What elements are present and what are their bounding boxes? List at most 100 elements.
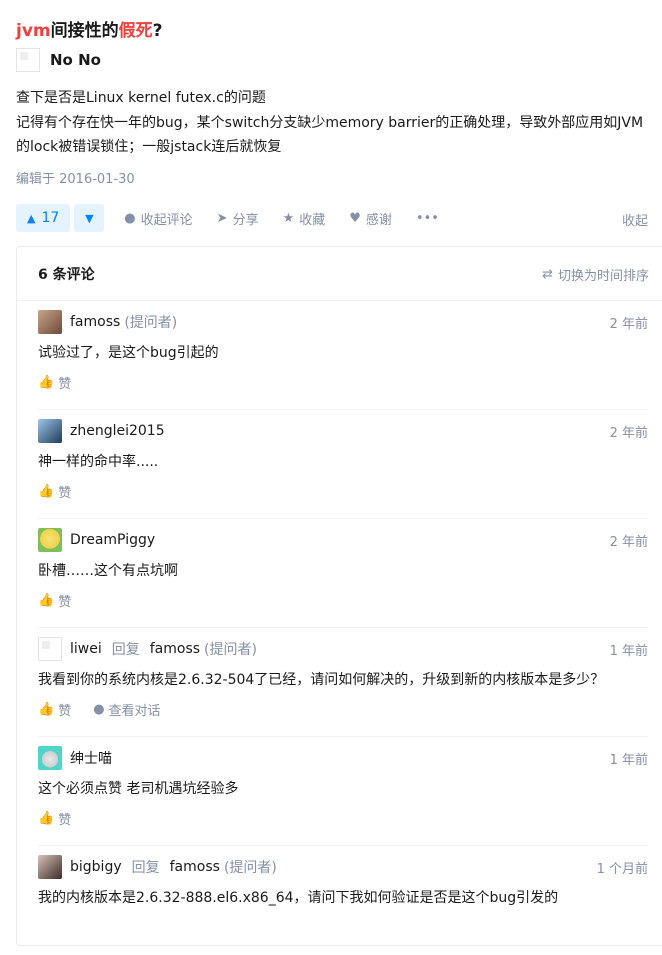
like-label: 赞 (58, 595, 72, 610)
reply-label: 回复 (111, 642, 140, 658)
avatar[interactable] (38, 310, 62, 334)
comment-item: famoss (提问者) 2 年前 试验过了，是这个bug引起的 👍 赞 (38, 301, 648, 410)
like-button[interactable]: 👍 赞 (38, 809, 71, 828)
like-button[interactable]: 👍 赞 (38, 482, 71, 501)
paper-plane-icon: ➤ (216, 210, 228, 226)
like-button[interactable]: 👍 赞 (38, 700, 71, 719)
comment-user[interactable]: zhenglei2015 (70, 423, 165, 439)
comment-user[interactable]: liwei (70, 641, 102, 657)
author-name[interactable]: No No (50, 51, 101, 69)
view-dialog-label: 查看对话 (108, 704, 161, 719)
comment-icon: ● (124, 210, 136, 226)
comment-footer: 👍 赞 ● 查看对话 (38, 700, 161, 719)
comment-time: 1 个月前 (596, 862, 648, 877)
favorite-label: 收藏 (299, 212, 326, 228)
answer-author[interactable]: No No (16, 48, 101, 72)
triangle-down-icon: ▼ (85, 211, 94, 225)
star-icon: ★ (282, 210, 295, 226)
comment-header: bigbigy 回复 famoss (提问者) 1 个月前 (38, 855, 648, 879)
asker-tag: (提问者) (204, 642, 257, 658)
comment-time: 1 年前 (609, 644, 648, 659)
comment-text: 卧槽……这个有点坑啊 (38, 563, 178, 579)
comment-item: bigbigy 回复 famoss (提问者) 1 个月前 我的内核版本是2.6… (38, 846, 648, 955)
avatar[interactable] (38, 855, 62, 879)
comment-count: 6 条评论 (38, 267, 95, 283)
sort-toggle-button[interactable]: ⇄ 切换为时间排序 (542, 265, 649, 284)
title-highlight-jvm: jvm (16, 21, 51, 41)
vote-count: 17 (41, 210, 60, 226)
comment-header: DreamPiggy 2 年前 (38, 528, 648, 552)
comment-time: 2 年前 (609, 317, 648, 332)
title-question-mark: ? (152, 21, 163, 41)
like-button[interactable]: 👍 赞 (38, 591, 71, 610)
answer-content: 查下是否是Linux kernel futex.c的问题 记得有个存在快一年的b… (16, 86, 656, 160)
reply-to-user[interactable]: famoss (170, 859, 220, 875)
comment-item: zhenglei2015 2 年前 神一样的命中率..... 👍 赞 (38, 410, 648, 519)
thumbs-up-icon: 👍 (38, 593, 55, 608)
avatar[interactable] (16, 48, 40, 72)
like-label: 赞 (58, 704, 72, 719)
view-dialog-button[interactable]: ● 查看对话 (93, 700, 160, 719)
thumbs-up-icon: 👍 (38, 811, 55, 826)
thanks-button[interactable]: ♥ 感谢 (349, 209, 392, 228)
avatar[interactable] (38, 528, 62, 552)
more-icon: ••• (415, 210, 439, 226)
like-button[interactable]: 👍 赞 (38, 373, 71, 392)
triangle-up-icon: ▲ (27, 211, 36, 225)
collapse-comments-label: 收起评论 (140, 212, 193, 228)
heart-icon: ♥ (349, 210, 361, 226)
upvote-button[interactable]: ▲ 17 (16, 204, 71, 232)
comment-item: 绅士喵 1 年前 这个必须点赞 老司机遇坑经验多 👍 赞 (38, 737, 648, 846)
like-label: 赞 (58, 813, 72, 828)
comment-header: 绅士喵 1 年前 (38, 746, 648, 770)
like-label: 赞 (58, 486, 72, 501)
collapse-comments-button[interactable]: ● 收起评论 (124, 209, 192, 228)
avatar[interactable] (38, 637, 62, 661)
comment-time: 2 年前 (609, 535, 648, 550)
title-highlight-hang: 假死 (118, 21, 153, 41)
reply-label: 回复 (131, 860, 160, 876)
comment-text: 神一样的命中率..... (38, 454, 159, 470)
downvote-button[interactable]: ▼ (74, 204, 105, 232)
comment-user[interactable]: 绅士喵 (70, 748, 112, 768)
comment-text: 我看到你的系统内核是2.6.32-504了已经，请问如何解决的，升级到新的内核版… (38, 672, 605, 688)
comment-text: 我的内核版本是2.6.32-888.el6.x86_64，请问下我如何验证是否是… (38, 890, 559, 906)
thanks-label: 感谢 (365, 212, 392, 228)
reply-to-user[interactable]: famoss (150, 641, 200, 657)
sort-label: 切换为时间排序 (557, 269, 649, 284)
comments-panel: 6 条评论 ⇄ 切换为时间排序 famoss (提问者) 2 年前 试验过了，是… (16, 246, 662, 946)
thumbs-up-icon: 👍 (38, 375, 55, 390)
collapse-answer-button[interactable]: 收起 (622, 210, 648, 229)
comment-text: 这个必须点赞 老司机遇坑经验多 (38, 781, 239, 797)
title-text: 间接性的 (50, 21, 119, 41)
comment-user[interactable]: DreamPiggy (70, 532, 155, 548)
answer-line: 查下是否是Linux kernel futex.c的问题 (16, 90, 266, 106)
share-button[interactable]: ➤ 分享 (217, 209, 259, 228)
more-button[interactable]: ••• (416, 211, 439, 226)
comment-user[interactable]: famoss (70, 314, 120, 330)
avatar[interactable] (38, 746, 62, 770)
comments-header: 6 条评论 ⇄ 切换为时间排序 (17, 247, 662, 301)
comment-text: 试验过了，是这个bug引起的 (38, 345, 219, 361)
comment-header: liwei 回复 famoss (提问者) 1 年前 (38, 637, 648, 661)
like-label: 赞 (58, 377, 72, 392)
comment-time: 1 年前 (609, 753, 648, 768)
thumbs-up-icon: 👍 (38, 702, 55, 717)
asker-tag: (提问者) (223, 860, 277, 876)
comment-item: DreamPiggy 2 年前 卧槽……这个有点坑啊 👍 赞 (38, 519, 648, 628)
chat-bubble-icon: ● (93, 702, 105, 717)
question-title[interactable]: jvm间接性的假死? (16, 16, 163, 41)
swap-icon: ⇄ (542, 267, 553, 282)
edited-time[interactable]: 编辑于 2016-01-30 (16, 168, 135, 187)
answer-line: 记得有个存在快一年的bug，某个switch分支缺少memory barrier… (16, 114, 644, 156)
thumbs-up-icon: 👍 (38, 484, 55, 499)
comment-header: famoss (提问者) 2 年前 (38, 310, 648, 334)
comment-header: zhenglei2015 2 年前 (38, 419, 648, 443)
comment-item: liwei 回复 famoss (提问者) 1 年前 我看到你的系统内核是2.6… (38, 628, 648, 737)
comment-time: 2 年前 (609, 426, 648, 441)
share-label: 分享 (232, 212, 259, 228)
comment-user[interactable]: bigbigy (70, 859, 122, 875)
favorite-button[interactable]: ★ 收藏 (283, 209, 326, 228)
answer-actions: ▲ 17 ▼ ● 收起评论 ➤ 分享 ★ 收藏 ♥ 感谢 ••• 收起 (16, 204, 656, 232)
avatar[interactable] (38, 419, 62, 443)
